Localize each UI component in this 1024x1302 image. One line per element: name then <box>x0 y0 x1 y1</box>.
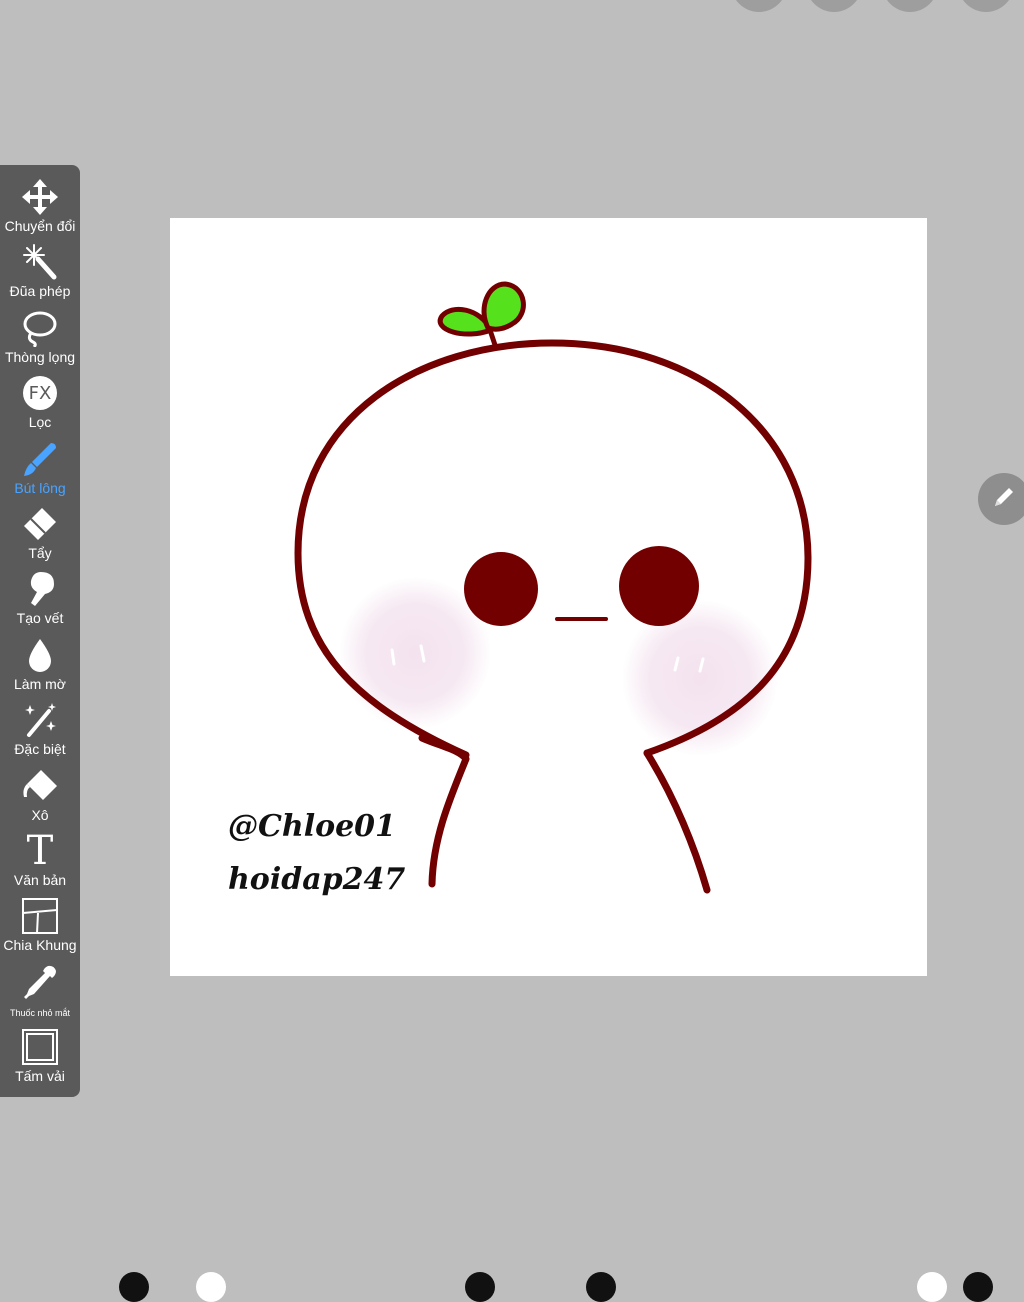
tool-label: Đũa phép <box>9 283 71 300</box>
tool-text[interactable]: T Văn bản <box>0 831 80 896</box>
top-menu-button-3[interactable] <box>882 0 938 12</box>
drawing-canvas[interactable]: @Chloe01 hoidap247 <box>170 218 927 976</box>
tool-magic-wand[interactable]: Đũa phép <box>0 242 80 307</box>
tool-label: Lọc <box>28 414 52 431</box>
watermark-username: @Chloe01 <box>228 809 396 844</box>
eyedropper-icon <box>20 962 60 1002</box>
lasso-icon <box>20 308 60 348</box>
special-effect-icon <box>20 700 60 740</box>
bottom-control-3[interactable] <box>465 1272 495 1302</box>
tool-label: Xô <box>31 806 49 823</box>
tool-sidebar: Chuyển đổi Đũa phép Thòng lọng FX Lọc Bú… <box>0 165 80 1097</box>
tool-blur[interactable]: Làm mờ <box>0 635 80 700</box>
right-eye <box>619 546 699 626</box>
sprout-right-leaf <box>481 281 526 332</box>
tool-label: Tẩy <box>28 544 52 561</box>
tool-filter[interactable]: FX Lọc <box>0 373 80 438</box>
magic-wand-icon <box>20 242 60 282</box>
eraser-icon <box>20 504 60 544</box>
tool-label: Tạo vết <box>16 610 64 627</box>
tool-label: Văn bản <box>13 871 67 888</box>
blur-drop-icon <box>20 635 60 675</box>
frame-divider-icon <box>20 896 60 936</box>
tool-label: Chia Khung <box>3 937 77 954</box>
top-menu-button-2[interactable] <box>806 0 862 12</box>
tool-eraser[interactable]: Tẩy <box>0 504 80 569</box>
tool-special[interactable]: Đặc biệt <box>0 700 80 765</box>
bottom-control-4[interactable] <box>586 1272 616 1302</box>
text-icon-glyph: T <box>26 827 54 874</box>
tool-label: Chuyển đổi <box>4 218 76 234</box>
tool-transform[interactable]: Chuyển đổi <box>0 177 80 242</box>
fx-filter-icon: FX <box>20 373 60 413</box>
tool-smudge[interactable]: Tạo vết <box>0 569 80 634</box>
side-pencil-button[interactable] <box>978 473 1024 525</box>
bottom-control-6[interactable] <box>963 1272 993 1302</box>
tool-eyedropper[interactable]: Thuốc nhỏ mắt <box>0 962 80 1027</box>
pencil-icon <box>991 484 1017 515</box>
tool-label: Bút lông <box>14 479 66 496</box>
fx-icon-text: FX <box>28 382 52 404</box>
left-eye <box>464 552 538 626</box>
watermark-site: hoidap247 <box>228 862 406 897</box>
tool-brush[interactable]: Bút lông <box>0 439 80 504</box>
text-icon: T <box>20 831 60 871</box>
bottom-control-1[interactable] <box>119 1272 149 1302</box>
tool-canvas[interactable]: Tấm vải <box>0 1027 80 1092</box>
smudge-icon <box>20 569 60 609</box>
tool-label: Thòng lọng <box>4 348 76 365</box>
tool-bucket[interactable]: Xô <box>0 766 80 831</box>
move-icon <box>20 177 60 217</box>
tool-label: Đặc biệt <box>14 741 66 758</box>
bottom-control-2[interactable] <box>196 1272 226 1302</box>
top-menu-button-4[interactable] <box>958 0 1014 12</box>
canvas-icon <box>20 1027 60 1067</box>
tool-label: Thuốc nhỏ mắt <box>9 1007 71 1018</box>
tool-label: Làm mờ <box>14 675 66 692</box>
bottom-control-5[interactable] <box>917 1272 947 1302</box>
tool-lasso[interactable]: Thòng lọng <box>0 308 80 373</box>
tool-label: Tấm vải <box>15 1068 65 1085</box>
tool-frame-divider[interactable]: Chia Khung <box>0 896 80 961</box>
bucket-icon <box>20 766 60 806</box>
body-right-side <box>643 749 711 894</box>
top-menu-button-1[interactable] <box>731 0 787 12</box>
brush-icon <box>20 439 60 479</box>
body-left-side <box>418 734 470 888</box>
